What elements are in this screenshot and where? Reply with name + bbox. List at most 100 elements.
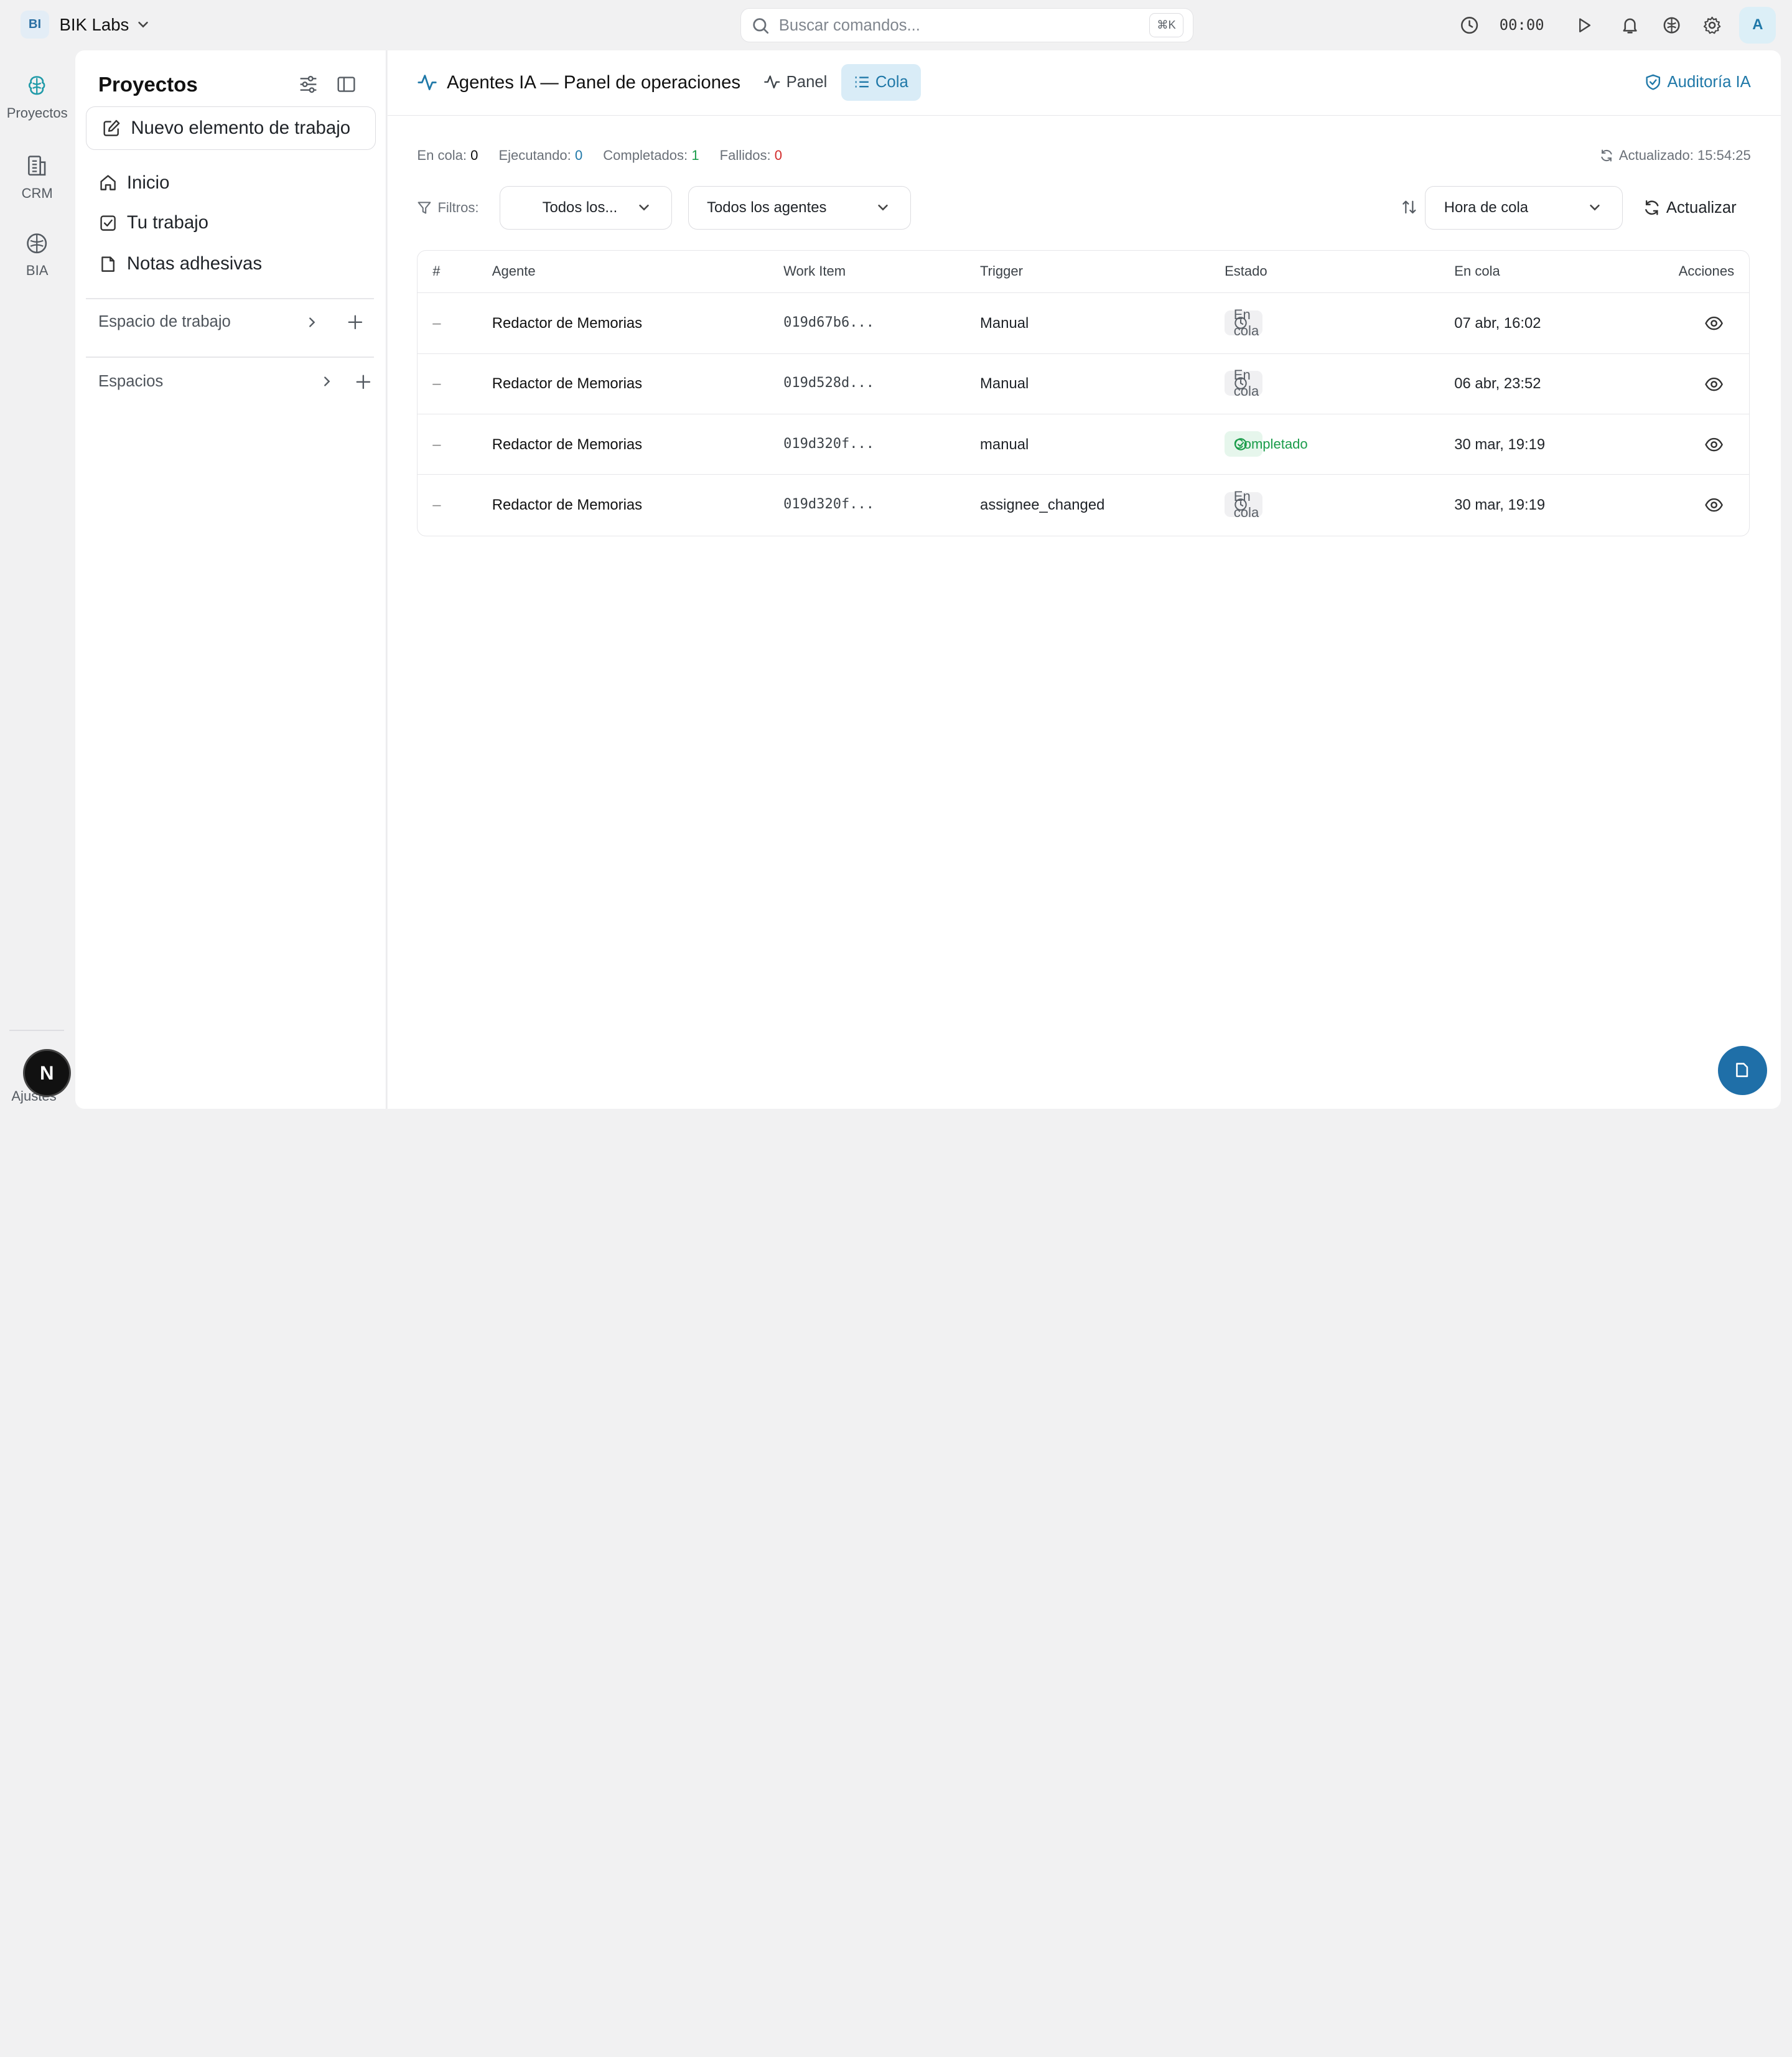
table-row[interactable]: – Redactor de Memorias 019d528d... Manual En… xyxy=(418,354,1749,414)
row-work-item[interactable]: 019d67b6... xyxy=(783,315,874,330)
tab-cola[interactable]: Cola xyxy=(841,63,921,101)
chevron-down-icon xyxy=(637,200,651,218)
agent-filter-select[interactable]: Todos los agentes xyxy=(688,186,911,230)
brain-outline-icon xyxy=(0,231,74,256)
status-badge: En cola xyxy=(1225,367,1262,399)
app-window: BI BIK Labs Buscar comandos... ⌘K 00:00 xyxy=(0,0,1792,1120)
activity-icon xyxy=(764,75,780,89)
chevron-right-icon[interactable] xyxy=(318,373,336,391)
checkbox-icon xyxy=(100,215,116,231)
sidebar-divider xyxy=(85,298,374,300)
section-espacio-de-trabajo[interactable]: Espacio de trabajo xyxy=(98,313,231,331)
eye-icon[interactable] xyxy=(1704,495,1724,519)
col-header-trigger: Trigger xyxy=(980,263,1024,279)
edit-icon xyxy=(103,119,120,136)
clock-icon[interactable] xyxy=(1458,14,1482,37)
search-icon xyxy=(752,17,770,39)
row-queued-at: 07 abr, 16:02 xyxy=(1454,315,1541,332)
sidebar-item-notas[interactable]: Notas adhesivas xyxy=(98,251,262,276)
command-search[interactable]: Buscar comandos... ⌘K xyxy=(740,7,1193,42)
table-row[interactable]: – Redactor de Memorias 019d320f... assignee… xyxy=(418,475,1749,535)
audit-link[interactable]: Auditoría IA xyxy=(1645,73,1751,91)
workspace-name[interactable]: BIK Labs xyxy=(60,15,129,35)
table-row[interactable]: – Redactor de Memorias 019d320f... manual Co… xyxy=(418,414,1749,475)
rail-label: BIA xyxy=(26,263,49,279)
filter-sliders-icon[interactable] xyxy=(297,73,320,96)
status-label: Completado xyxy=(1233,436,1308,452)
rail-item-crm[interactable]: CRM xyxy=(0,153,74,201)
agent-filter-value: Todos los agentes xyxy=(707,199,827,217)
sort-value: Hora de cola xyxy=(1444,199,1529,217)
section-espacios[interactable]: Espacios xyxy=(98,373,163,391)
col-header-actions: Acciones xyxy=(1678,263,1735,279)
eye-icon[interactable] xyxy=(1704,375,1724,398)
col-header-queued: En cola xyxy=(1454,263,1500,279)
row-trigger: Manual xyxy=(980,375,1029,393)
col-header-status: Estado xyxy=(1225,263,1267,279)
eye-icon[interactable] xyxy=(1704,314,1724,337)
note-icon xyxy=(1736,1063,1748,1078)
row-work-item[interactable]: 019d320f... xyxy=(783,436,874,452)
queue-table: # Agente Work Item Trigger Estado En col… xyxy=(417,250,1750,536)
nav-label: Inicio xyxy=(126,172,170,193)
sidebar: Proyectos Nuevo elemento de trabajo Inic… xyxy=(75,50,386,1109)
user-badge[interactable]: N xyxy=(22,1049,71,1098)
stat-failed: Fallidos: 0 xyxy=(719,147,783,163)
row-trigger: assignee_changed xyxy=(980,497,1105,514)
row-work-item[interactable]: 019d528d... xyxy=(783,375,874,391)
sort-select[interactable]: Hora de cola xyxy=(1425,186,1623,230)
page-title: Agentes IA — Panel de operaciones xyxy=(447,72,741,93)
new-work-item-label: Nuevo elemento de trabajo xyxy=(131,117,351,138)
status-label: En cola xyxy=(1233,306,1259,338)
status-badge: Completado xyxy=(1225,431,1308,457)
new-work-item-button[interactable]: Nuevo elemento de trabajo xyxy=(85,106,376,150)
row-trigger: manual xyxy=(980,436,1029,453)
filter-icon xyxy=(418,202,431,214)
row-number: – xyxy=(432,497,441,514)
floating-action-button[interactable] xyxy=(1717,1045,1767,1095)
plus-icon[interactable] xyxy=(354,373,372,391)
table-header: # Agente Work Item Trigger Estado En col… xyxy=(418,251,1749,294)
stat-running: Ejecutando: 0 xyxy=(498,147,583,163)
eye-icon[interactable] xyxy=(1704,435,1724,459)
sidebar-title: Proyectos xyxy=(98,73,198,96)
queue-stats: En cola: 0 Ejecutando: 0 Completados: 1 … xyxy=(417,147,782,164)
row-queued-at: 30 mar, 19:19 xyxy=(1454,436,1546,453)
bell-icon[interactable] xyxy=(1618,14,1641,37)
rail-item-proyectos[interactable]: Proyectos xyxy=(0,73,74,121)
main-panel: Agentes IA — Panel de operaciones Panel … xyxy=(387,50,1781,1109)
stat-queued: En cola: 0 xyxy=(417,147,478,163)
status-filter-value: Todos los... xyxy=(542,199,618,217)
updated-timestamp: Actualizado: 15:54:25 xyxy=(1600,147,1751,164)
updated-text: Actualizado: 15:54:25 xyxy=(1618,147,1751,163)
workspace-badge[interactable]: BI xyxy=(21,10,49,39)
sort-icon[interactable] xyxy=(1401,199,1417,220)
row-queued-at: 06 abr, 23:52 xyxy=(1454,375,1541,393)
row-work-item[interactable]: 019d320f... xyxy=(783,497,874,512)
list-icon xyxy=(855,77,869,88)
gear-icon[interactable] xyxy=(1701,14,1724,37)
sidebar-divider xyxy=(85,357,374,358)
refresh-button[interactable]: Actualizar xyxy=(1643,199,1737,217)
rail-label: CRM xyxy=(21,185,53,201)
chevron-right-icon[interactable] xyxy=(303,313,321,331)
search-input[interactable]: Buscar comandos... xyxy=(779,17,920,35)
nav-label: Tu trabajo xyxy=(126,212,209,233)
tab-panel[interactable]: Panel xyxy=(751,64,840,101)
rail-item-bia[interactable]: BIA xyxy=(0,231,74,279)
user-avatar[interactable]: A xyxy=(1739,7,1776,44)
play-icon[interactable] xyxy=(1572,14,1595,37)
row-number: – xyxy=(432,436,441,453)
rail-divider xyxy=(9,1029,64,1031)
brain-icon[interactable] xyxy=(1661,14,1684,37)
col-header-agent: Agente xyxy=(492,263,536,279)
note-icon xyxy=(101,256,114,272)
status-filter-select[interactable]: Todos los... xyxy=(499,186,672,230)
row-agent: Redactor de Memorias xyxy=(492,315,643,332)
plus-icon[interactable] xyxy=(347,313,365,331)
sidebar-item-inicio[interactable]: Inicio xyxy=(98,170,169,195)
panel-toggle-icon[interactable] xyxy=(335,73,358,96)
table-row[interactable]: – Redactor de Memorias 019d67b6... Manual En… xyxy=(418,293,1749,354)
sidebar-item-tu-trabajo[interactable]: Tu trabajo xyxy=(98,210,208,235)
chevron-down-icon[interactable] xyxy=(136,17,150,35)
